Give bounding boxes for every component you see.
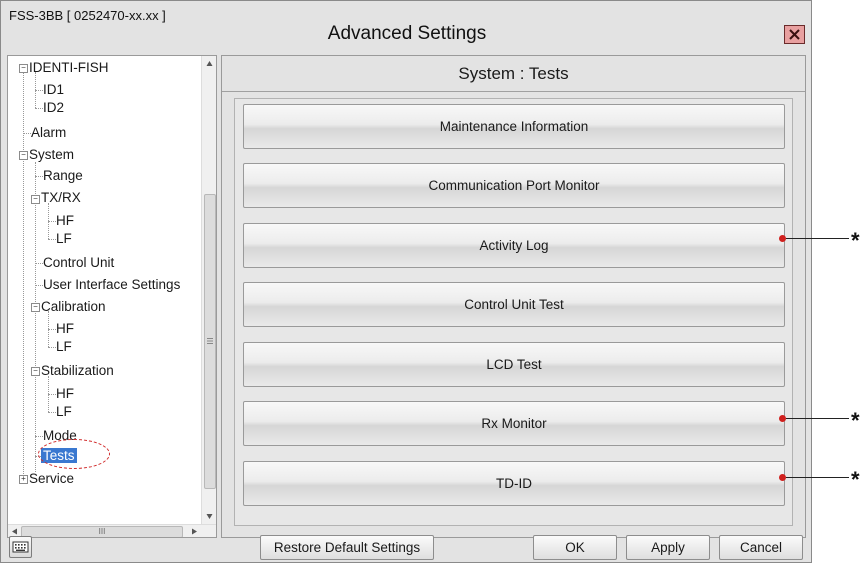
tree-scroll-thumb[interactable] (204, 194, 216, 489)
activity-log-button[interactable]: Activity Log (243, 223, 785, 268)
apply-button[interactable]: Apply (626, 535, 710, 560)
ok-button[interactable]: OK (533, 535, 617, 560)
tree-connector (23, 64, 24, 484)
tree-connector (48, 412, 56, 413)
tests-panel: System : Tests Maintenance Information C… (221, 55, 806, 538)
close-button[interactable] (784, 25, 805, 44)
tree-item-id1[interactable]: ID1 (43, 82, 64, 98)
maintenance-information-button[interactable]: Maintenance Information (243, 104, 785, 149)
keyboard-icon (12, 541, 29, 553)
scroll-down-icon[interactable] (202, 510, 217, 522)
tree-connector (48, 221, 56, 222)
annotation-marker: * (851, 467, 860, 492)
tree-connector (35, 263, 43, 264)
tree-item-txrx[interactable]: TX/RX (41, 190, 81, 206)
lcd-test-button[interactable]: LCD Test (243, 342, 785, 387)
tree-item-stabilization-hf[interactable]: HF (56, 386, 74, 402)
tests-button-list: Maintenance Information Communication Po… (234, 98, 793, 526)
tree-item-txrx-lf[interactable]: LF (56, 231, 72, 247)
tree-connector (35, 285, 43, 286)
tree-item-calibration-hf[interactable]: HF (56, 321, 74, 337)
tests-highlight-ellipse (38, 439, 110, 469)
tree-item-stabilization[interactable]: Stabilization (41, 363, 114, 379)
annotation-marker: * (851, 228, 860, 253)
device-label: FSS-3BB [ 0252470-xx.xx ] (9, 8, 166, 23)
tree-item-system[interactable]: System (29, 147, 74, 163)
collapse-icon[interactable]: − (19, 151, 28, 160)
tree-item-control-unit[interactable]: Control Unit (43, 255, 114, 271)
tree-connector (35, 108, 43, 109)
tree-item-range[interactable]: Range (43, 168, 83, 184)
scroll-right-icon[interactable] (188, 525, 200, 538)
grip-icon (207, 338, 213, 344)
tree-item-txrx-hf[interactable]: HF (56, 213, 74, 229)
annotation-line (786, 418, 849, 419)
panel-title: System : Tests (458, 64, 569, 83)
tree-connector (35, 436, 43, 437)
annotation-dot (779, 474, 786, 481)
scroll-up-icon[interactable] (202, 58, 217, 70)
communication-port-monitor-button[interactable]: Communication Port Monitor (243, 163, 785, 208)
annotation-line (786, 238, 849, 239)
cancel-button[interactable]: Cancel (719, 535, 803, 560)
expand-icon[interactable]: + (19, 475, 28, 484)
advanced-settings-window: FSS-3BB [ 0252470-xx.xx ] Advanced Setti… (0, 0, 812, 563)
annotation-marker: * (851, 408, 860, 433)
tree-item-identi-fish[interactable]: IDENTI-FISH (29, 60, 109, 76)
rx-monitor-button[interactable]: Rx Monitor (243, 401, 785, 446)
annotation-dot (779, 415, 786, 422)
tree-connector (35, 176, 43, 177)
tree-item-stabilization-lf[interactable]: LF (56, 404, 72, 420)
settings-tree: − − − − − + IDENTI-FISH ID1 ID2 Alarm Sy… (7, 55, 217, 538)
tree-connector (48, 239, 56, 240)
restore-default-settings-button[interactable]: Restore Default Settings (260, 535, 434, 560)
tree-item-alarm[interactable]: Alarm (31, 125, 66, 141)
collapse-icon[interactable]: − (31, 195, 40, 204)
collapse-icon[interactable]: − (31, 367, 40, 376)
collapse-icon[interactable]: − (31, 303, 40, 312)
close-icon (789, 29, 800, 40)
tree-connector (48, 329, 56, 330)
annotation-line (786, 477, 849, 478)
tree-connector (23, 133, 31, 134)
tree-item-id2[interactable]: ID2 (43, 100, 64, 116)
panel-divider (222, 91, 805, 92)
tree-item-calibration[interactable]: Calibration (41, 299, 106, 315)
window-title: Advanced Settings (327, 23, 487, 44)
tree-horizontal-scrollbar[interactable]: III (8, 524, 216, 538)
tree-connector (48, 394, 56, 395)
tree-item-user-interface-settings[interactable]: User Interface Settings (43, 277, 180, 293)
tree-connector (48, 347, 56, 348)
tree-connector (35, 90, 43, 91)
tree-item-calibration-lf[interactable]: LF (56, 339, 72, 355)
control-unit-test-button[interactable]: Control Unit Test (243, 282, 785, 327)
tree-connector (35, 162, 36, 472)
tree-item-service[interactable]: Service (29, 471, 74, 487)
grip-label: III (98, 527, 106, 536)
td-id-button[interactable]: TD-ID (243, 461, 785, 506)
collapse-icon[interactable]: − (19, 64, 28, 73)
annotation-dot (779, 235, 786, 242)
keyboard-button[interactable] (9, 536, 32, 558)
tree-hscroll-thumb[interactable]: III (21, 526, 183, 537)
